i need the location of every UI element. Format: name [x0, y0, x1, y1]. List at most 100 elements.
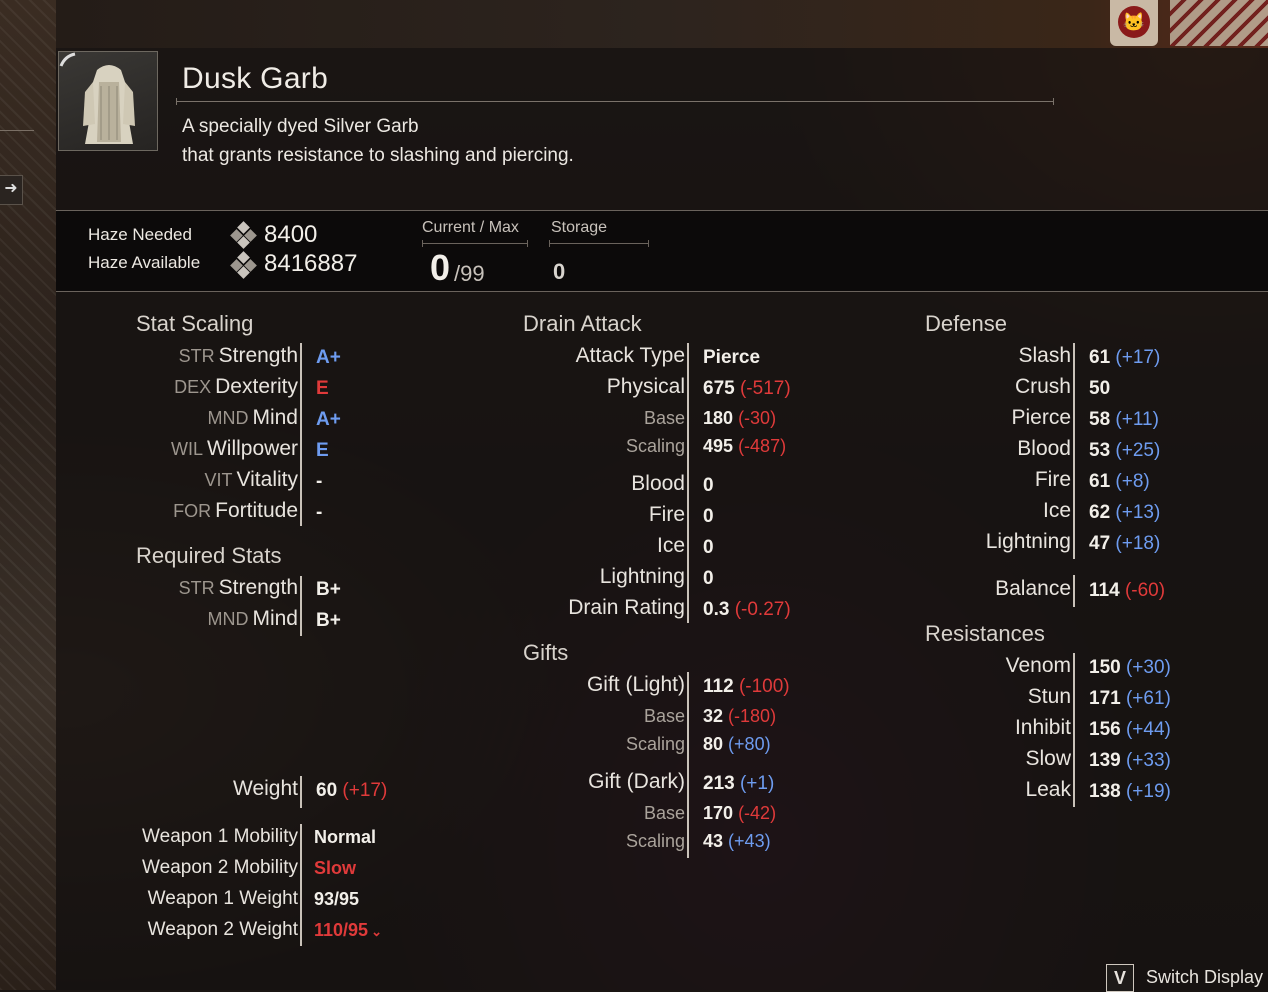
balance-row: Balance	[900, 577, 1071, 607]
resistance-delta: (+19)	[1125, 781, 1171, 802]
item-title: Dusk Garb	[182, 62, 329, 95]
gift-dark-scaling-value: 43 (+43)	[703, 831, 771, 852]
resistance-value: 138 (+19)	[1089, 781, 1171, 803]
required-stat-label: STR Strength	[179, 576, 298, 600]
weight-row: Weight	[100, 777, 298, 807]
stat-name: Willpower	[206, 437, 298, 460]
gift-dark-scaling-number: 43	[703, 831, 724, 851]
defense-delta: (+11)	[1115, 409, 1159, 430]
item-description-line-1: A specially dyed Silver Garb	[182, 116, 419, 137]
physical-base-delta: (-30)	[738, 408, 777, 428]
resistance-label: Inhibit	[1014, 716, 1071, 739]
stat-scaling-row: FOR Fortitude	[100, 499, 298, 529]
mobility-row: Weapon 2 Weight	[60, 919, 298, 949]
gift-light-row: Gift (Light)	[480, 673, 685, 703]
resistance-number: 156	[1089, 719, 1121, 740]
stat-abbr: STR	[178, 346, 215, 366]
stat-abbr: FOR	[173, 501, 212, 521]
attack-type-value: Pierce	[703, 347, 760, 369]
physical-base-label: Base	[643, 408, 685, 428]
stat-scaling-row: DEX Dexterity	[100, 375, 298, 405]
haze-icon	[230, 221, 257, 249]
physical-scaling-number: 495	[703, 436, 734, 456]
mobility-value: 93/95	[314, 889, 359, 910]
resistance-value: 150 (+30)	[1089, 657, 1171, 679]
defense-row: Ice	[900, 499, 1071, 529]
mobility-label: Weapon 1 Weight	[147, 888, 298, 909]
physical-delta: (-517)	[739, 378, 791, 399]
attack-type-row: Attack Type	[480, 344, 685, 374]
stat-abbr: STR	[178, 578, 215, 598]
drain-element-label: Ice	[656, 534, 685, 557]
drain-element-label: Blood	[631, 472, 685, 495]
item-description-line-2: that grants resistance to slashing and p…	[182, 145, 574, 166]
arrow-right-icon[interactable]: ➜	[0, 175, 23, 205]
chevron-down-icon: ⌄	[371, 924, 382, 939]
stat-scaling-grade: A+	[316, 347, 341, 368]
balance-separator	[1073, 575, 1075, 607]
resistance-delta: (+61)	[1125, 688, 1171, 709]
stat-scaling-grade: E	[316, 440, 329, 461]
weight-number: 60	[316, 780, 338, 801]
defense-label: Crush	[1014, 375, 1071, 398]
drain-element-value: 0	[703, 568, 714, 590]
mobility-value: Slow	[314, 858, 356, 879]
defense-value: 58 (+11)	[1089, 409, 1159, 431]
defense-value: 62 (+13)	[1089, 502, 1160, 524]
gift-dark-base-value: 170 (-42)	[703, 803, 776, 824]
mobility-label: Weapon 2 Mobility	[142, 857, 298, 878]
physical-scaling-label: Scaling	[625, 436, 685, 456]
defense-row: Slash	[900, 344, 1071, 374]
mobility-label: Weapon 1 Mobility	[142, 826, 298, 847]
drain-attack-separator	[687, 343, 689, 623]
drain-element-row: Lightning	[480, 565, 685, 595]
drain-element-row: Fire	[480, 503, 685, 533]
corner-decoration	[1170, 0, 1268, 46]
defense-number: 61	[1089, 347, 1111, 368]
resistance-delta: (+44)	[1125, 719, 1171, 740]
storage-divider	[549, 240, 649, 247]
drain-element-value: 0	[703, 475, 714, 497]
defense-row: Lightning	[900, 530, 1071, 560]
physical-value: 675 (-517)	[703, 378, 791, 400]
gift-dark-scaling-delta: (+43)	[728, 831, 771, 851]
defense-number: 61	[1089, 471, 1111, 492]
required-stat-grade: B+	[316, 610, 341, 631]
gift-light-label: Gift (Light)	[586, 673, 685, 696]
defense-row: Crush	[900, 375, 1071, 405]
stat-scaling-grade: -	[316, 471, 323, 492]
defense-delta: (+18)	[1115, 533, 1161, 554]
physical-scaling-value: 495 (-487)	[703, 436, 786, 457]
resistance-number: 138	[1089, 781, 1121, 802]
defense-value: 61 (+8)	[1089, 471, 1150, 493]
defense-number: 62	[1089, 502, 1111, 523]
item-thumbnail	[58, 51, 158, 151]
drain-element-label: Fire	[648, 503, 685, 526]
stat-name: Fortitude	[215, 499, 298, 522]
resistance-value: 139 (+33)	[1089, 750, 1171, 772]
gift-dark-value: 213 (+1)	[703, 773, 774, 795]
gift-light-number: 112	[703, 676, 734, 697]
gift-light-delta: (-100)	[738, 676, 790, 697]
stat-name: Vitality	[236, 468, 298, 491]
mobility-value-text: Slow	[314, 858, 357, 878]
gift-light-scaling-delta: (+80)	[728, 734, 771, 754]
mobility-value-text: 93/95	[314, 889, 360, 909]
defense-label: Fire	[1034, 468, 1071, 491]
stat-scaling-grade: E	[316, 378, 329, 399]
resistance-row: Stun	[900, 685, 1071, 715]
weight-value: 60 (+17)	[316, 780, 387, 802]
defense-number: 58	[1089, 409, 1111, 430]
gifts-separator	[687, 672, 689, 858]
drain-element-label: Lightning	[599, 565, 685, 588]
switch-display-button[interactable]: V Switch Display	[1106, 964, 1263, 992]
defense-delta: (+25)	[1115, 440, 1161, 461]
gift-light-base-label: Base	[643, 706, 685, 726]
stat-scaling-row: MND Mind	[100, 406, 298, 436]
background-top-strip	[56, 0, 1268, 48]
gift-light-base-number: 32	[703, 706, 724, 726]
balance-value: 114 (-60)	[1089, 580, 1165, 602]
key-v-icon: V	[1106, 964, 1134, 992]
required-stat-row: STR Strength	[100, 576, 298, 606]
drain-element-number: 0	[703, 568, 714, 589]
